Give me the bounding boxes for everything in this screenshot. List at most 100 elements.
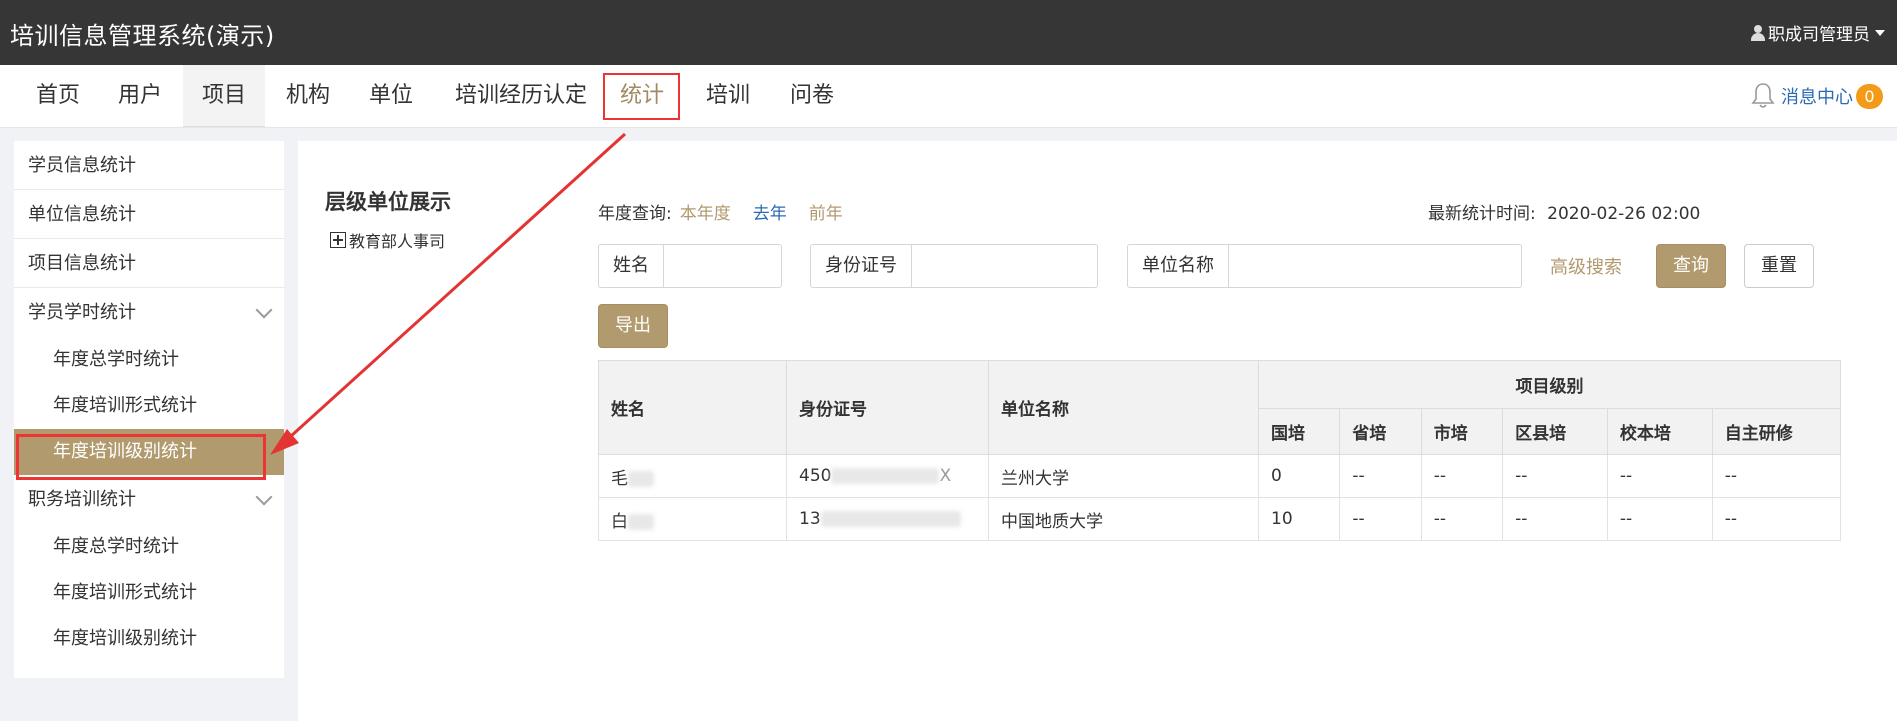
cell-text: 450 [799,466,832,486]
col-unit: 单位名称 [988,360,1259,455]
cell-level: 10 [1257,497,1341,541]
sidebar-item-duty-training[interactable]: 职务培训统计 [14,475,284,524]
stats-table: 姓名 身份证号 单位名称 项目级别 国培 省培 市培 区县培 校本培 自主研修 … [598,360,1842,541]
unit-input[interactable] [1229,245,1521,287]
cell-text: 13 [799,509,821,529]
nav-projects[interactable]: 项目 [183,65,265,127]
cell-unit: 中国地质大学 [988,497,1259,541]
chevron-down-icon [255,488,273,506]
nav-training[interactable]: 培训 [692,65,764,127]
year-prev-link[interactable]: 前年 [809,199,843,224]
sidebar-item-label: 项目信息统计 [28,253,136,274]
unit-field: 单位名称 [1127,244,1522,288]
sidebar: 学员信息统计 单位信息统计 项目信息统计 学员学时统计 年度总学时统计 年度培训… [14,141,284,678]
sidebar-subitem-annual-form[interactable]: 年度培训形式统计 [14,383,284,429]
cell-level: -- [1606,454,1713,498]
cell-level: -- [1339,497,1422,541]
nav-units[interactable]: 单位 [355,65,427,127]
col-level: 省培 [1339,408,1422,455]
sidebar-item-label: 年度培训级别统计 [53,441,197,462]
table-row[interactable]: 白 13 中国地质大学 10 -- -- -- -- -- [598,497,1842,541]
sidebar-item-student-info[interactable]: 学员信息统计 [14,141,284,190]
sidebar-item-student-hours[interactable]: 学员学时统计 [14,288,284,337]
name-field-label: 姓名 [599,245,664,287]
col-level: 校本培 [1606,408,1713,455]
cell-level: -- [1711,497,1842,541]
cell-level: -- [1711,454,1842,498]
cell-text: 白 [611,511,628,532]
sidebar-subitem-duty-hours[interactable]: 年度总学时统计 [14,524,284,570]
message-center-label: 消息中心 [1781,87,1853,108]
cell-level: -- [1420,454,1504,498]
redacted [628,470,654,487]
year-filter: 年度查询: 本年度 去年 前年 [598,199,865,224]
user-name: 职成司管理员 [1768,25,1870,45]
sidebar-item-label: 年度培训级别统计 [53,628,197,649]
id-field: 身份证号 [810,244,1128,288]
user-icon [1751,24,1765,41]
sidebar-subitem-duty-form[interactable]: 年度培训形式统计 [14,570,284,616]
col-level-group: 项目级别 [1258,360,1841,409]
sidebar-item-label: 学员学时统计 [28,302,136,323]
sidebar-item-project-info[interactable]: 项目信息统计 [14,239,284,288]
col-level: 市培 [1420,408,1504,455]
nav-statistics[interactable]: 统计 [606,65,678,127]
top-bar: 培训信息管理系统(演示) 职成司管理员 [0,0,1897,65]
col-level: 国培 [1257,408,1341,455]
sidebar-subitem-annual-hours[interactable]: 年度总学时统计 [14,337,284,383]
nav-survey[interactable]: 问卷 [776,65,848,127]
user-menu[interactable]: 职成司管理员 [1751,20,1885,45]
sidebar-subitem-duty-level[interactable]: 年度培训级别统计 [14,616,284,662]
sidebar-item-unit-info[interactable]: 单位信息统计 [14,190,284,239]
chevron-down-icon [255,301,273,319]
cell-level: -- [1606,497,1713,541]
cell-level: -- [1502,454,1608,498]
year-last-link[interactable]: 去年 [753,199,787,224]
cell-name: 白 [598,497,787,541]
col-level: 区县培 [1502,408,1608,455]
cell-level: 0 [1257,454,1341,498]
sidebar-item-label: 年度总学时统计 [53,349,179,370]
expand-icon[interactable] [330,232,346,248]
sidebar-item-label: 年度培训形式统计 [53,582,197,603]
redacted [628,513,654,530]
sidebar-subitem-annual-level[interactable]: 年度培训级别统计 [14,429,284,475]
cell-text: X [939,466,952,486]
message-count-badge: 0 [1856,83,1883,109]
main-panel: 层级单位展示 教育部人事司 年度查询: 本年度 去年 前年 最新统计时间: 20… [298,141,1897,721]
cell-text: 毛 [611,468,628,489]
bell-icon [1751,83,1775,108]
cell-name: 毛 [598,454,787,498]
cell-level: -- [1420,497,1504,541]
nav-training-record[interactable]: 培训经历认定 [448,65,594,127]
stat-time-value: 2020-02-26 02:00 [1547,204,1701,224]
export-button[interactable]: 导出 [598,304,668,348]
message-center[interactable]: 消息中心 0 [1751,82,1883,110]
sidebar-item-label: 职务培训统计 [28,489,136,510]
nav-users[interactable]: 用户 [104,65,176,127]
main-nav: 首页 用户 项目 机构 单位 培训经历认定 统计 培训 问卷 消息中心 0 [0,65,1897,128]
stat-time: 最新统计时间: 2020-02-26 02:00 [1428,199,1700,224]
sidebar-item-label: 学员信息统计 [28,155,136,176]
nav-home[interactable]: 首页 [22,65,94,127]
query-button[interactable]: 查询 [1656,244,1726,288]
advanced-search-link[interactable]: 高级搜索 [1550,253,1622,279]
cell-level: -- [1339,454,1422,498]
caret-down-icon [1875,29,1885,36]
reset-button[interactable]: 重置 [1744,244,1814,288]
col-level: 自主研修 [1711,408,1842,455]
year-this-link[interactable]: 本年度 [680,199,731,224]
tree-title: 层级单位展示 [325,190,451,214]
sidebar-item-label: 年度培训形式统计 [53,395,197,416]
cell-level: -- [1502,497,1608,541]
tree-node-label: 教育部人事司 [349,232,446,251]
redacted [820,511,961,527]
year-filter-label: 年度查询: [598,204,672,224]
id-input[interactable] [912,245,1128,287]
nav-institutions[interactable]: 机构 [272,65,344,127]
table-row[interactable]: 毛 450 X 兰州大学 0 -- -- -- -- -- [598,454,1842,498]
tree-node-root[interactable]: 教育部人事司 [330,228,445,252]
name-field: 姓名 [598,244,880,288]
col-id: 身份证号 [786,360,989,455]
col-name: 姓名 [598,360,787,455]
